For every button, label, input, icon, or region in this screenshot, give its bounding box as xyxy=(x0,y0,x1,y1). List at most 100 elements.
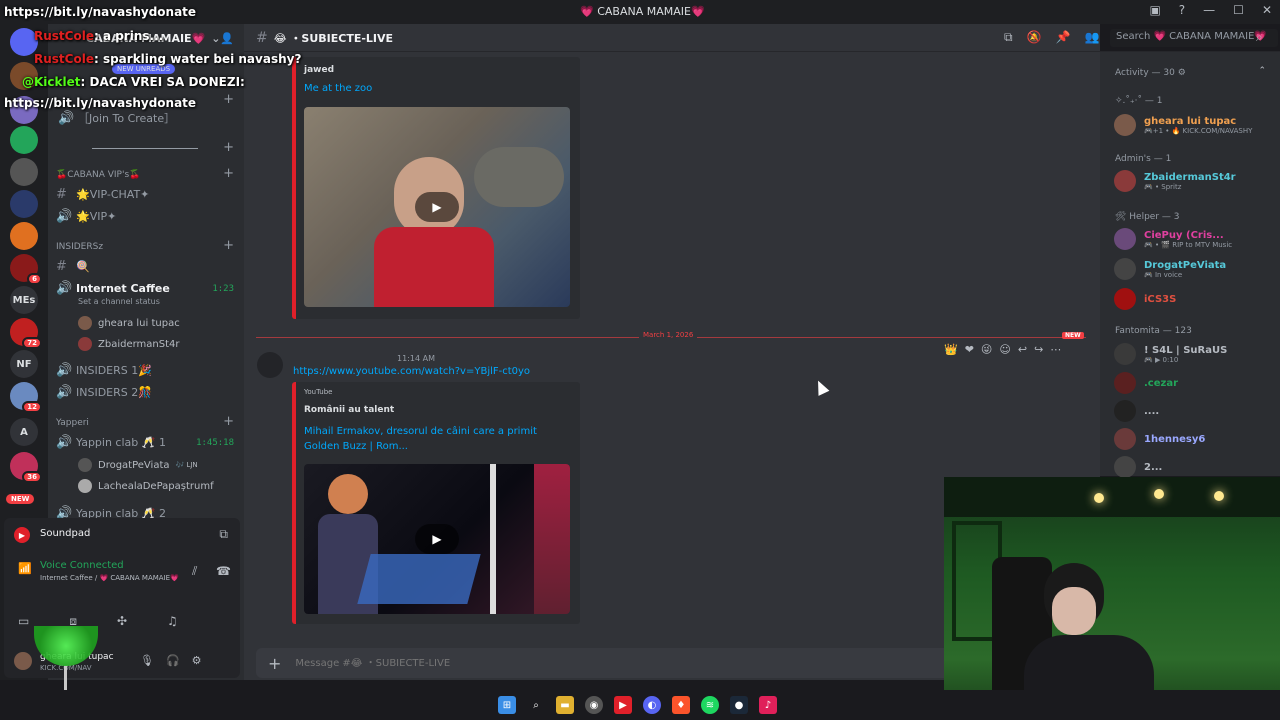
forward-icon[interactable]: ↪ xyxy=(1034,343,1043,356)
member-item[interactable]: 1hennesy6 xyxy=(1114,428,1205,450)
more-icon[interactable]: ⋯ xyxy=(1050,343,1061,356)
category-vip[interactable]: 🍒CABANA VIP's🍒 xyxy=(56,170,140,180)
server-icon[interactable] xyxy=(10,190,38,218)
close-button[interactable]: ✕ xyxy=(1262,3,1272,17)
server-icon[interactable] xyxy=(10,222,38,250)
member-item[interactable]: .... xyxy=(1114,400,1159,422)
members-icon[interactable]: 👥 xyxy=(1084,30,1099,45)
avatar[interactable] xyxy=(14,652,32,670)
video-thumbnail[interactable]: ▶ xyxy=(304,464,570,614)
channel-insiders-text[interactable]: # 🍭 xyxy=(56,256,90,276)
add-channel-icon[interactable]: + xyxy=(223,166,234,181)
channel-status[interactable]: Set a channel status xyxy=(78,297,160,306)
avatar[interactable] xyxy=(257,352,283,378)
voice-icon: 🔊 xyxy=(58,110,75,126)
member-item[interactable]: 2... xyxy=(1114,456,1162,478)
channel-yappin-clab[interactable]: 🔊 Yappin clab 🥂 1 xyxy=(56,432,166,452)
add-channel-icon[interactable]: + xyxy=(223,92,234,107)
noise-suppression-icon[interactable]: ⫽ xyxy=(192,564,197,579)
voice-user[interactable]: gheara lui tupac xyxy=(78,316,180,330)
voice-user[interactable]: LachealaDePapaștrumf xyxy=(78,479,214,493)
soundboard-icon[interactable]: ♫ xyxy=(167,614,178,629)
add-reaction-icon[interactable]: ☺ xyxy=(999,343,1010,356)
browser-icon[interactable]: ◉ xyxy=(585,696,603,714)
voice-channel-name[interactable]: Internet Caffee / 💗 CABANA MAMAIE💗 xyxy=(40,574,179,582)
server-icon[interactable]: 12 xyxy=(10,382,42,413)
tiktok-icon[interactable]: ♪ xyxy=(759,696,777,714)
reaction-icon[interactable]: ❤ xyxy=(965,343,974,356)
threads-icon[interactable]: ⧉ xyxy=(1004,30,1013,45)
voice-status[interactable]: Voice Connected xyxy=(40,560,124,571)
spotify-icon[interactable]: ≋ xyxy=(701,696,719,714)
voice-user[interactable]: DrogatPeViata 🎶 LJN xyxy=(78,458,198,472)
windows-start-icon[interactable]: ⊞ xyxy=(498,696,516,714)
member-item[interactable]: iCS3S xyxy=(1114,288,1176,310)
file-explorer-icon[interactable]: ▬ xyxy=(556,696,574,714)
embed-title[interactable]: Mihail Ermakov, dresorul de câini care a… xyxy=(304,424,566,454)
add-attachment-icon[interactable]: + xyxy=(268,654,281,673)
youtube-icon[interactable]: ▶ xyxy=(614,696,632,714)
play-icon[interactable]: ▶ xyxy=(415,524,459,554)
search-input[interactable]: Search 💗 CABANA MAMAIE💗 xyxy=(1110,29,1278,47)
server-icon[interactable]: NF xyxy=(10,350,38,378)
server-icon[interactable]: 6 xyxy=(10,254,42,285)
message-link[interactable]: https://www.youtube.com/watch?v=YBjlF-ct… xyxy=(293,366,530,377)
activity-header[interactable]: Activity — 30 ⚙ xyxy=(1115,68,1186,78)
play-icon[interactable]: ▶ xyxy=(415,192,459,222)
search-icon[interactable]: ⌕ xyxy=(527,696,545,714)
mute-icon[interactable]: 🔕 xyxy=(1027,30,1042,45)
steam-icon[interactable]: ● xyxy=(730,696,748,714)
embed-title[interactable]: Me at the zoo xyxy=(304,83,372,94)
server-icon[interactable]: 72 xyxy=(10,318,42,349)
inbox-icon[interactable]: ▣ xyxy=(1149,3,1160,17)
soundpad-title[interactable]: Soundpad xyxy=(40,528,90,539)
voice-user[interactable]: ZbaidermanSt4r xyxy=(78,337,180,351)
embed-author[interactable]: jawed xyxy=(304,65,334,75)
member-item[interactable]: gheara lui tupac 🎮+1 • 🔥 KICK.COM/NAVASHY xyxy=(1114,114,1252,136)
discord-icon[interactable]: ◐ xyxy=(643,696,661,714)
channel-insiders-2[interactable]: 🔊 INSIDERS 2🎊 xyxy=(56,382,152,402)
category-yapperi[interactable]: Yapperi xyxy=(56,418,89,428)
activity-icon[interactable]: ✣ xyxy=(117,614,127,629)
channel-label: 🌟VIP✦ xyxy=(76,209,117,223)
help-icon[interactable]: ? xyxy=(1179,3,1185,17)
member-item[interactable]: ! S4L | SuRaUS 🎮 ▶ 0:10 xyxy=(1114,343,1227,365)
server-icon[interactable]: 36 xyxy=(10,452,42,483)
soundpad-popout-icon[interactable]: ⧉ xyxy=(219,527,228,542)
gear-icon[interactable]: ⚙ xyxy=(192,654,202,667)
member-item[interactable]: CiePuy (Cris... 🎮 • 🎬 RIP to MTV Music xyxy=(1114,228,1232,250)
microphone-icon[interactable]: 🎙 xyxy=(140,654,154,667)
camera-icon[interactable]: ▭ xyxy=(18,614,29,629)
minimize-button[interactable]: — xyxy=(1203,3,1215,17)
channel-vip[interactable]: 🔊 🌟VIP✦ xyxy=(56,206,116,226)
server-icon[interactable]: A xyxy=(10,418,38,446)
add-friend-icon[interactable]: 👤 xyxy=(220,32,234,45)
category-insiders[interactable]: INSIDERSz xyxy=(56,242,103,252)
member-item[interactable]: .cezar xyxy=(1114,372,1178,394)
add-channel-icon[interactable]: + xyxy=(223,414,234,429)
chevron-up-icon[interactable]: ⌃ xyxy=(1258,66,1266,76)
brave-icon[interactable]: ♦ xyxy=(672,696,690,714)
channel-join-to-create[interactable]: 🔊 ［Join To Create］ xyxy=(58,108,175,128)
member-item[interactable]: ZbaidermanSt4r 🎮 • Spritz xyxy=(1114,170,1236,192)
message-input[interactable] xyxy=(295,657,796,669)
server-icon[interactable]: MEs xyxy=(10,286,38,314)
reply-icon[interactable]: ↩ xyxy=(1018,343,1027,356)
channel-internet-caffee[interactable]: 🔊 Internet Caffee xyxy=(56,278,170,298)
maximize-button[interactable]: ☐ xyxy=(1233,3,1244,17)
pin-icon[interactable]: 📌 xyxy=(1056,30,1071,45)
video-thumbnail[interactable]: ▶ xyxy=(304,107,570,307)
reaction-icon[interactable]: 👑 xyxy=(944,343,958,356)
avatar xyxy=(1114,456,1136,478)
member-item[interactable]: DrogatPeViata 🎮 In voice xyxy=(1114,258,1226,280)
channel-vip-chat[interactable]: # 🌟VIP-CHAT✦ xyxy=(56,184,149,204)
reaction-icon[interactable]: 😜 xyxy=(981,343,992,356)
server-icon[interactable] xyxy=(10,158,38,186)
add-channel-icon[interactable]: + xyxy=(223,238,234,253)
server-icon[interactable] xyxy=(10,126,38,154)
channel-insiders-1[interactable]: 🔊 INSIDERS 1🎉 xyxy=(56,360,152,380)
embed-author[interactable]: Românii au talent xyxy=(304,405,394,415)
disconnect-icon[interactable]: ☎ xyxy=(216,564,231,578)
add-channel-icon[interactable]: + xyxy=(223,140,234,155)
headphones-icon[interactable]: 🎧 xyxy=(166,654,180,667)
